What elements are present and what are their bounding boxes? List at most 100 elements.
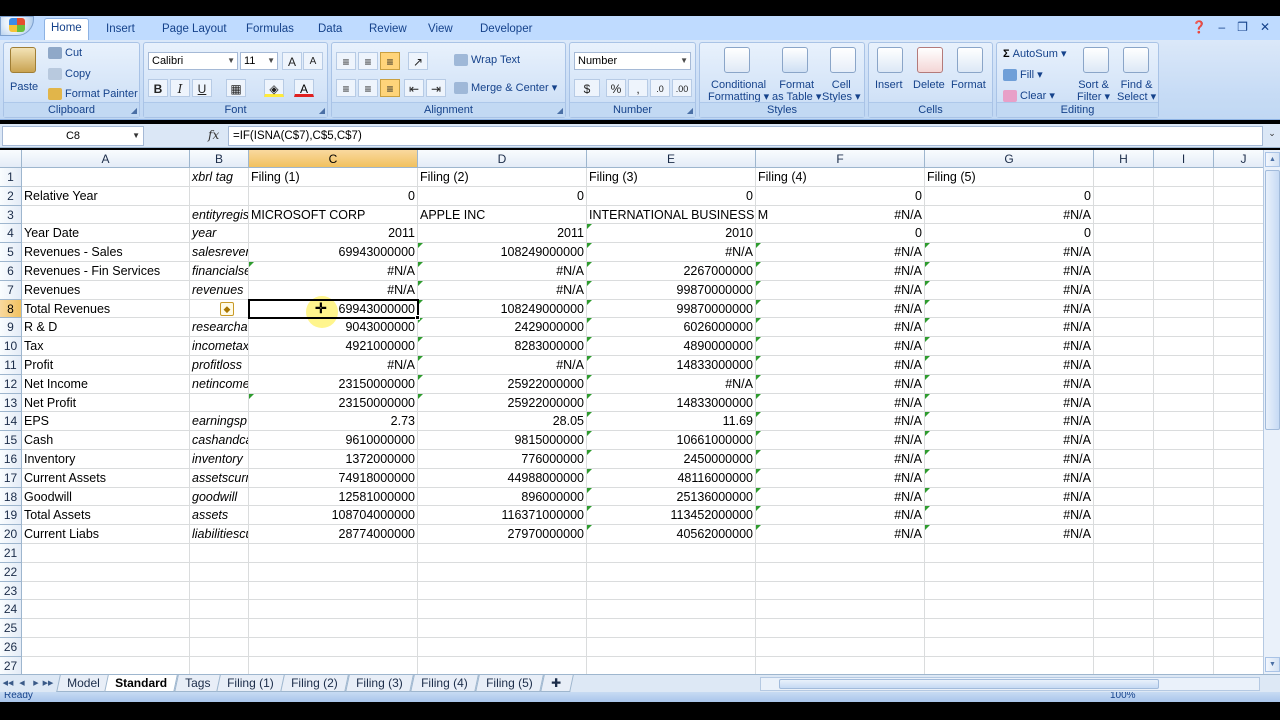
- cell-c2[interactable]: 0: [249, 186, 418, 206]
- cell-f18[interactable]: #N/A: [756, 487, 925, 507]
- cell-f9[interactable]: #N/A: [756, 318, 925, 338]
- cell-h14[interactable]: [1094, 412, 1154, 432]
- cell-b19[interactable]: assets: [190, 506, 249, 526]
- last-sheet-icon[interactable]: ▶▶: [42, 677, 54, 690]
- fill-handle[interactable]: [415, 315, 420, 321]
- cell-e24[interactable]: [587, 600, 756, 620]
- vertical-scrollbar[interactable]: ▲ ▼: [1263, 150, 1280, 674]
- cell-f24[interactable]: [756, 600, 925, 620]
- cell-e19[interactable]: 113452000000: [587, 506, 756, 526]
- cell-a27[interactable]: [22, 656, 190, 674]
- cell-e18[interactable]: 25136000000: [587, 487, 756, 507]
- cell-d2[interactable]: 0: [418, 186, 587, 206]
- cell-g12[interactable]: #N/A: [925, 374, 1094, 394]
- column-header-g[interactable]: G: [925, 150, 1094, 168]
- cell-d10[interactable]: 8283000000: [418, 337, 587, 356]
- cell-j23[interactable]: [1214, 582, 1263, 601]
- cell-d14[interactable]: 28.05: [418, 412, 587, 432]
- cell-a8[interactable]: Total Revenues: [22, 299, 190, 319]
- cell-d4[interactable]: 2011: [418, 224, 587, 244]
- cell-d7[interactable]: #N/A: [418, 280, 587, 300]
- cell-e20[interactable]: 40562000000: [587, 525, 756, 544]
- cell-e5[interactable]: #N/A: [587, 243, 756, 262]
- cell-e15[interactable]: 10661000000: [587, 431, 756, 450]
- currency-button[interactable]: $: [574, 79, 600, 97]
- cell-f6[interactable]: #N/A: [756, 262, 925, 281]
- align-top-button[interactable]: ≡: [336, 52, 356, 70]
- row-header-27[interactable]: 27: [0, 656, 22, 674]
- cell-g13[interactable]: #N/A: [925, 393, 1094, 413]
- cell-g18[interactable]: #N/A: [925, 487, 1094, 507]
- cell-g11[interactable]: #N/A: [925, 356, 1094, 375]
- cell-g22[interactable]: [925, 562, 1094, 582]
- row-header-3[interactable]: 3: [0, 205, 22, 225]
- select-all-button[interactable]: [0, 150, 22, 168]
- cell-h15[interactable]: [1094, 431, 1154, 450]
- cell-c27[interactable]: [249, 656, 418, 674]
- row-header-20[interactable]: 20: [0, 525, 22, 544]
- cell-g21[interactable]: [925, 544, 1094, 563]
- cell-d23[interactable]: [418, 581, 587, 601]
- cell-c16[interactable]: 1372000000: [249, 450, 418, 469]
- cell-h9[interactable]: [1094, 318, 1154, 338]
- row-header-21[interactable]: 21: [0, 544, 22, 563]
- merge-center-button[interactable]: Merge & Center ▾: [454, 81, 557, 95]
- sort-filter-button[interactable]: Sort & Filter ▾: [1077, 79, 1110, 103]
- cell-e7[interactable]: 99870000000: [587, 280, 756, 300]
- cell-h8[interactable]: [1094, 299, 1154, 319]
- cell-f15[interactable]: #N/A: [756, 431, 925, 450]
- cell-a2[interactable]: Relative Year: [22, 186, 190, 206]
- cell-f17[interactable]: #N/A: [756, 468, 925, 488]
- cell-j10[interactable]: [1214, 337, 1263, 356]
- cell-j16[interactable]: [1214, 450, 1263, 469]
- cell-h1[interactable]: [1094, 168, 1154, 187]
- cell-h2[interactable]: [1094, 186, 1154, 206]
- row-header-8[interactable]: 8: [0, 299, 22, 319]
- cell-f25[interactable]: [756, 619, 925, 638]
- cell-i5[interactable]: [1154, 243, 1214, 262]
- cell-a11[interactable]: Profit: [22, 356, 190, 375]
- cell-j12[interactable]: [1214, 375, 1263, 394]
- cell-f7[interactable]: #N/A: [756, 280, 925, 300]
- cell-j14[interactable]: [1214, 412, 1263, 432]
- cell-h20[interactable]: [1094, 525, 1154, 544]
- cell-i8[interactable]: [1154, 299, 1214, 319]
- cell-i20[interactable]: [1154, 525, 1214, 544]
- cell-b23[interactable]: [190, 581, 249, 601]
- cell-i2[interactable]: [1154, 186, 1214, 206]
- column-header-d[interactable]: D: [418, 150, 587, 168]
- cell-e6[interactable]: 2267000000: [587, 262, 756, 281]
- cell-j6[interactable]: [1214, 262, 1263, 281]
- cell-b11[interactable]: profitloss: [190, 356, 249, 375]
- expand-formula-bar-icon[interactable]: ⌄: [1266, 128, 1278, 144]
- cell-a12[interactable]: Net Income: [22, 374, 190, 394]
- cell-d24[interactable]: [418, 600, 587, 620]
- cell-b2[interactable]: [190, 186, 249, 206]
- sheet-tab-filing-4[interactable]: Filing (4): [410, 675, 479, 692]
- decrease-indent-button[interactable]: ⇤: [404, 79, 424, 97]
- cell-c13[interactable]: 23150000000: [249, 393, 418, 413]
- sheet-tab-model[interactable]: Model: [56, 675, 111, 692]
- sheet-tab-filing-1[interactable]: Filing (1): [216, 675, 285, 692]
- cell-i3[interactable]: [1154, 205, 1214, 225]
- cell-g17[interactable]: #N/A: [925, 468, 1094, 488]
- cell-a10[interactable]: Tax: [22, 337, 190, 356]
- column-header-h[interactable]: H: [1094, 150, 1154, 168]
- font-color-button[interactable]: A: [294, 79, 314, 97]
- cell-d15[interactable]: 9815000000: [418, 431, 587, 450]
- cell-i6[interactable]: [1154, 262, 1214, 281]
- cell-a1[interactable]: [22, 168, 190, 187]
- formula-input[interactable]: =IF(ISNA(C$7),C$5,C$7): [228, 126, 1263, 146]
- format-cells-button[interactable]: Format: [951, 79, 986, 91]
- cell-c5[interactable]: 69943000000: [249, 243, 418, 262]
- fill-button[interactable]: Fill ▾: [1003, 68, 1043, 82]
- prev-sheet-icon[interactable]: ◀: [16, 677, 28, 690]
- cell-c10[interactable]: 4921000000: [249, 337, 418, 356]
- next-sheet-icon[interactable]: ▶: [30, 677, 42, 690]
- cell-b24[interactable]: [190, 600, 249, 620]
- increase-decimal-button[interactable]: .0: [650, 79, 670, 97]
- cell-g23[interactable]: [925, 581, 1094, 601]
- font-size-select[interactable]: 11 ▼: [240, 52, 278, 70]
- sheet-tab-filing-2[interactable]: Filing (2): [280, 675, 349, 692]
- cell-h5[interactable]: [1094, 243, 1154, 262]
